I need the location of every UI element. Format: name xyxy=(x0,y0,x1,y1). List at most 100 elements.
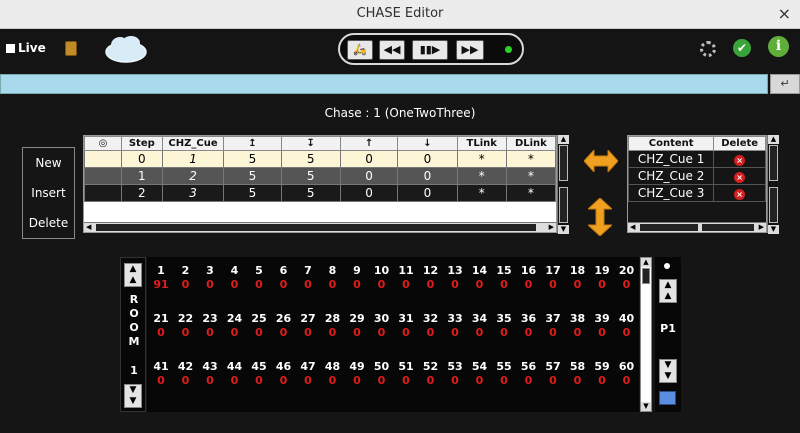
channel-value[interactable]: 0 xyxy=(566,326,590,339)
enter-button[interactable]: ↵ xyxy=(770,74,800,94)
table-cell[interactable]: 0 xyxy=(397,184,458,202)
channel-cell[interactable]: 20 xyxy=(174,264,198,291)
page-up-button[interactable]: ▲ ▲ xyxy=(659,279,677,303)
table-cell[interactable]: 0 xyxy=(397,167,458,185)
channel-value[interactable]: 0 xyxy=(394,278,418,291)
channel-cell[interactable]: 50 0 xyxy=(370,360,394,387)
channel-cell[interactable]: 51 0 xyxy=(394,360,418,387)
step-table-hscroll[interactable]: ◀ ▶ xyxy=(84,222,556,232)
channel-value[interactable]: 0 xyxy=(370,278,394,291)
channel-value[interactable]: 0 xyxy=(468,278,492,291)
page-down-button[interactable]: ▼ ▼ xyxy=(659,359,677,383)
scroll-left-icon[interactable]: ◀ xyxy=(630,223,635,231)
channel-cell[interactable]: 60 0 xyxy=(615,360,639,387)
scroll-up-icon[interactable]: ▲ xyxy=(768,135,779,144)
channel-value[interactable]: 0 xyxy=(492,278,516,291)
channel-cell[interactable]: 27 0 xyxy=(296,312,320,339)
channel-grid-vscroll[interactable]: ▲ ▼ xyxy=(640,257,652,412)
cloud-icon[interactable] xyxy=(104,34,148,64)
channel-cell[interactable]: 40 0 xyxy=(615,312,639,339)
channel-cell[interactable]: 48 0 xyxy=(321,360,345,387)
channel-value[interactable]: 0 xyxy=(468,374,492,387)
content-table-hscroll[interactable]: ◀ ▶ xyxy=(628,222,766,232)
edit-icon[interactable] xyxy=(659,391,676,405)
delete-button[interactable]: Delete xyxy=(23,208,74,238)
content-cell[interactable]: CHZ_Cue 3 xyxy=(627,184,715,202)
table-row[interactable]: CHZ_Cue 2 × xyxy=(627,167,766,185)
delete-cell[interactable]: × xyxy=(713,184,766,202)
channel-value[interactable]: 0 xyxy=(492,374,516,387)
channel-value[interactable]: 0 xyxy=(296,326,320,339)
channel-value[interactable]: 0 xyxy=(443,278,467,291)
channel-value[interactable]: 0 xyxy=(198,326,222,339)
table-cell[interactable]: 0 xyxy=(339,167,399,185)
table-row[interactable]: 0 1 5 5 0 0 * * xyxy=(84,150,557,168)
scroll-thumb[interactable] xyxy=(702,224,754,231)
col-header-cue[interactable]: CHZ_Cue xyxy=(161,136,225,151)
channel-cell[interactable]: 41 0 xyxy=(149,360,173,387)
channel-cell[interactable]: 16 0 xyxy=(517,264,541,291)
channel-cell[interactable]: 38 0 xyxy=(566,312,590,339)
channel-cell[interactable]: 45 0 xyxy=(247,360,271,387)
new-button[interactable]: New xyxy=(23,148,74,178)
scroll-thumb[interactable] xyxy=(642,268,650,284)
channel-cell[interactable]: 60 xyxy=(272,264,296,291)
table-cell[interactable] xyxy=(84,150,122,168)
live-checkbox-box[interactable] xyxy=(6,43,15,53)
channel-value[interactable]: 0 xyxy=(321,326,345,339)
table-cell[interactable]: 5 xyxy=(223,150,282,168)
table-cell[interactable]: 5 xyxy=(223,167,282,185)
channel-value[interactable]: 0 xyxy=(247,326,271,339)
scroll-down-icon[interactable]: ▼ xyxy=(641,402,651,411)
channel-value[interactable]: 0 xyxy=(198,278,222,291)
channel-cell[interactable]: 44 0 xyxy=(223,360,247,387)
channel-cell[interactable]: 30 xyxy=(198,264,222,291)
col-header-dlink[interactable]: DLink xyxy=(505,136,557,151)
channel-cell[interactable]: 26 0 xyxy=(272,312,296,339)
table-row[interactable]: CHZ_Cue 3 × xyxy=(627,184,766,202)
channel-value[interactable]: 0 xyxy=(615,278,639,291)
scroll-right-icon[interactable]: ▶ xyxy=(759,223,764,231)
room-up-button[interactable]: ▲ ▲ xyxy=(124,263,142,287)
channel-value[interactable]: 0 xyxy=(296,374,320,387)
col-header-fade-in[interactable]: ↥ xyxy=(223,136,282,151)
scroll-thumb[interactable] xyxy=(559,145,568,181)
channel-cell[interactable]: 14 0 xyxy=(468,264,492,291)
channel-cell[interactable]: 31 0 xyxy=(394,312,418,339)
channel-value[interactable]: 0 xyxy=(149,326,173,339)
channel-value[interactable]: 0 xyxy=(198,374,222,387)
channel-value[interactable]: 0 xyxy=(272,326,296,339)
channel-value[interactable]: 0 xyxy=(321,278,345,291)
channel-value[interactable]: 0 xyxy=(345,374,369,387)
channel-cell[interactable]: 43 0 xyxy=(198,360,222,387)
channel-cell[interactable]: 34 0 xyxy=(468,312,492,339)
channel-cell[interactable]: 53 0 xyxy=(443,360,467,387)
channel-value[interactable]: 0 xyxy=(443,374,467,387)
close-icon[interactable]: × xyxy=(778,4,791,23)
table-cell[interactable]: * xyxy=(505,167,557,185)
channel-value[interactable]: 0 xyxy=(492,326,516,339)
channel-value[interactable]: 0 xyxy=(566,374,590,387)
channel-cell[interactable]: 58 0 xyxy=(566,360,590,387)
table-cell[interactable]: 5 xyxy=(280,150,341,168)
channel-cell[interactable]: 57 0 xyxy=(541,360,565,387)
check-icon[interactable]: ✔ xyxy=(733,39,751,57)
delete-cell[interactable]: × xyxy=(713,150,766,168)
table-cell[interactable]: * xyxy=(456,167,507,185)
notebook-icon[interactable] xyxy=(65,41,77,56)
scroll-thumb[interactable] xyxy=(96,224,536,231)
channel-value[interactable]: 0 xyxy=(590,278,614,291)
gear-icon[interactable] xyxy=(700,41,716,57)
channel-cell[interactable]: 47 0 xyxy=(296,360,320,387)
scroll-thumb[interactable] xyxy=(769,187,778,223)
channel-value[interactable]: 0 xyxy=(394,374,418,387)
col-header-tlink[interactable]: TLink xyxy=(456,136,507,151)
table-cell[interactable] xyxy=(84,184,122,202)
channel-cell[interactable]: 25 0 xyxy=(247,312,271,339)
channel-cell[interactable]: 32 0 xyxy=(419,312,443,339)
channel-cell[interactable]: 24 0 xyxy=(223,312,247,339)
channel-value[interactable]: 0 xyxy=(590,374,614,387)
table-row[interactable]: CHZ_Cue 1 × xyxy=(627,150,766,168)
channel-value[interactable]: 0 xyxy=(370,326,394,339)
insert-button[interactable]: Insert xyxy=(23,178,74,208)
